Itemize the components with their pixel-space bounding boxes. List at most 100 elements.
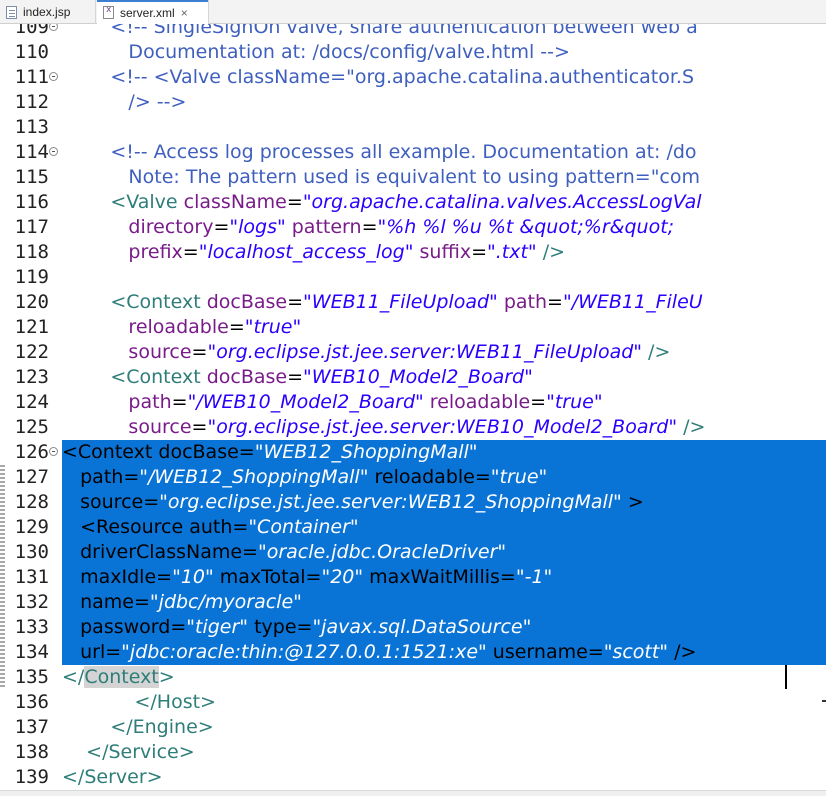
code-line[interactable]: 128 source="org.eclipse.jst.jee.server:W…	[0, 490, 826, 515]
xml-file-icon	[103, 5, 114, 19]
code-token: driverClassName=	[62, 541, 258, 563]
code-line[interactable]: 132 name="jdbc/myoracle"	[0, 590, 826, 615]
code-line[interactable]: 111 <!-- <Valve className="org.apache.ca…	[0, 65, 826, 90]
code-line[interactable]: 114 <!-- Access log processes all exampl…	[0, 140, 826, 165]
code-token: docBase	[206, 366, 288, 388]
code-line[interactable]: 125 source="org.eclipse.jst.jee.server:W…	[0, 415, 826, 440]
code-line[interactable]: 117 directory="logs" pattern="%h %l %u %…	[0, 215, 826, 240]
code-token: <!-- <Valve className="org.apache.catali…	[62, 66, 695, 88]
code-token: />	[642, 341, 671, 363]
line-number: 113	[14, 116, 49, 138]
code-line[interactable]: 110 Documentation at: /docs/config/valve…	[0, 40, 826, 65]
code-token: />	[668, 641, 697, 663]
code-line[interactable]: 122 source="org.eclipse.jst.jee.server:W…	[0, 340, 826, 365]
code-text: Note: The pattern used is equivalent to …	[62, 165, 700, 190]
fold-toggle-icon[interactable]	[49, 447, 58, 456]
code-token: source=	[62, 491, 160, 513]
code-line[interactable]: 124 path="/WEB10_Model2_Board" reloadabl…	[0, 390, 826, 415]
code-line[interactable]: 118 prefix="localhost_access_log" suffix…	[0, 240, 826, 265]
code-token: "20"	[321, 566, 364, 588]
code-text: <Context docBase="WEB10_Model2_Board"	[62, 365, 533, 390]
fold-toggle-icon[interactable]	[49, 147, 58, 156]
code-token: <Context	[62, 291, 207, 313]
line-number: 134	[14, 641, 49, 663]
tab-server-xml[interactable]: server.xml ×	[97, 0, 209, 25]
code-text: url="jdbc:oracle:thin:@127.0.0.1:1521:xe…	[62, 640, 696, 665]
code-line[interactable]: 137 </Engine>	[0, 715, 826, 740]
code-token: "scott"	[603, 641, 669, 663]
code-line[interactable]: 120 <Context docBase="WEB11_FileUpload" …	[0, 290, 826, 315]
code-line[interactable]: 121 reloadable="true"	[0, 315, 826, 340]
tab-index-jsp[interactable]: index.jsp	[0, 0, 96, 24]
code-token: path=	[62, 466, 140, 488]
code-token: "/WEB11_FileU	[562, 291, 703, 313]
line-number: 111	[14, 66, 49, 88]
code-token: "WEB10_Model2_Board"	[303, 366, 533, 388]
code-token: />	[536, 241, 566, 263]
code-line[interactable]: 130 driverClassName="oracle.jdbc.OracleD…	[0, 540, 826, 565]
code-token: "%h %l %u %t &quot;%r&quot;	[377, 216, 681, 238]
line-number: 129	[14, 516, 49, 538]
code-token: =	[471, 241, 487, 263]
code-line[interactable]: 129 <Resource auth="Container"	[0, 515, 826, 540]
code-token: maxIdle=	[62, 566, 173, 588]
code-token: "true"	[546, 391, 603, 413]
line-number: 114	[14, 141, 49, 163]
code-token: "Container"	[248, 516, 359, 538]
code-line[interactable]: 138 </Service>	[0, 740, 826, 765]
code-line[interactable]: 135 </Context>	[0, 665, 826, 690]
code-token: path	[497, 291, 548, 313]
code-token: </Host>	[62, 691, 216, 713]
code-line[interactable]: 126 <Context docBase="WEB12_ShoppingMall"	[0, 440, 826, 465]
code-token: "-1"	[515, 566, 553, 588]
code-line[interactable]: 134 url="jdbc:oracle:thin:@127.0.0.1:152…	[0, 640, 826, 665]
line-number: 139	[14, 766, 49, 788]
code-token: "javax.sql.DataSource"	[312, 616, 532, 638]
code-line[interactable]: 113	[0, 115, 826, 140]
code-token: ".txt"	[487, 241, 537, 263]
code-line[interactable]: 133 password="tiger" type="javax.sql.Dat…	[0, 615, 826, 640]
code-token: Note: The pattern used is equivalent to …	[62, 166, 701, 188]
code-text: path="/WEB12_ShoppingMall" reloadable="t…	[62, 465, 547, 490]
xml-source-editor[interactable]: 109 <!-- SingleSignOn valve, share authe…	[0, 24, 826, 796]
close-tab-icon[interactable]: ×	[181, 6, 188, 20]
code-token: =	[171, 391, 188, 413]
code-line[interactable]: 119	[0, 265, 826, 290]
code-token: Documentation at: /docs/config/valve.htm…	[62, 41, 570, 63]
fold-toggle-icon[interactable]	[49, 72, 58, 81]
code-token: directory	[62, 216, 214, 238]
code-line[interactable]: 112 /> -->	[0, 90, 826, 115]
code-token: url=	[62, 641, 122, 663]
fold-toggle-icon[interactable]	[49, 24, 58, 31]
code-token: "jdbc:oracle:thin:@127.0.0.1:1521:xe"	[121, 641, 487, 663]
text-caret	[785, 665, 787, 689]
code-token: "logs"	[229, 216, 286, 238]
code-token: reloadable=	[368, 466, 491, 488]
code-text: </Engine>	[62, 715, 213, 740]
line-number: 136	[14, 691, 49, 713]
code-token: docBase	[206, 291, 288, 313]
code-line[interactable]: 115 Note: The pattern used is equivalent…	[0, 165, 826, 190]
horizontal-scrollbar[interactable]	[0, 790, 826, 796]
code-line[interactable]: 109 <!-- SingleSignOn valve, share authe…	[0, 24, 826, 40]
code-line[interactable]: 127 path="/WEB12_ShoppingMall" reloadabl…	[0, 465, 826, 490]
line-number: 116	[14, 191, 49, 213]
code-token: "WEB11_FileUpload"	[303, 291, 498, 313]
code-line[interactable]: 131 maxIdle="10" maxTotal="20" maxWaitMi…	[0, 565, 826, 590]
line-number: 132	[14, 591, 49, 613]
code-token: />	[677, 416, 706, 438]
code-line[interactable]: 136 </Host>	[0, 690, 826, 715]
code-token: "org.eclipse.jst.jee.server:WEB11_FileUp…	[207, 341, 643, 363]
code-token: pattern	[285, 216, 362, 238]
code-text: <Resource auth="Container"	[62, 515, 359, 540]
code-line[interactable]: 139 </Server>	[0, 765, 826, 790]
code-line[interactable]: 123 <Context docBase="WEB10_Model2_Board…	[0, 365, 826, 390]
code-token: "org.eclipse.jst.jee.server:WEB10_Model2…	[207, 416, 678, 438]
line-number: 133	[14, 616, 49, 638]
code-text: path="/WEB10_Model2_Board" reloadable="t…	[62, 390, 603, 415]
code-text: </Context>	[62, 665, 175, 690]
line-number: 130	[14, 541, 49, 563]
code-text: reloadable="true"	[62, 315, 301, 340]
code-token: "WEB12_ShoppingMall"	[254, 441, 478, 463]
code-line[interactable]: 116 <Valve className="org.apache.catalin…	[0, 190, 826, 215]
